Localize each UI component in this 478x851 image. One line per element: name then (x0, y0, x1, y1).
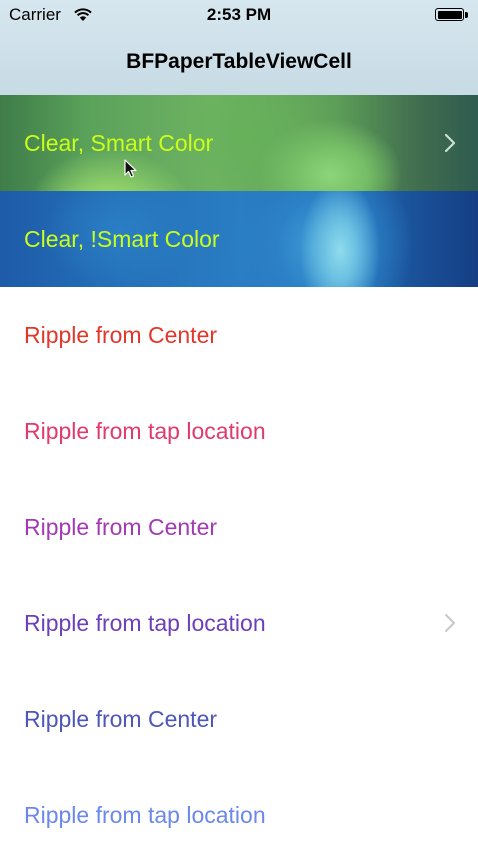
battery-tip (465, 12, 468, 18)
cell-label: Ripple from tap location (24, 802, 266, 828)
cell-label: Ripple from tap location (24, 610, 266, 636)
table-row[interactable]: Ripple from tap location (0, 383, 478, 479)
table-row[interactable]: Ripple from tap location (0, 767, 478, 851)
table-row[interactable]: Ripple from Center (0, 479, 478, 575)
clock: 2:53 PM (206, 5, 272, 24)
table-row[interactable]: Ripple from Center (0, 287, 478, 383)
mouse-pointer-icon (124, 159, 137, 178)
cell-label: Ripple from Center (24, 514, 218, 540)
cell-label: Ripple from Center (24, 706, 218, 732)
cell-label: Clear, Smart Color (24, 130, 214, 156)
chevron-right-icon (444, 133, 456, 153)
table-row[interactable]: Clear, Smart Color (0, 95, 478, 191)
app-screen: Carrier 2:53 PM BFPaperTableViewCell Cle… (0, 0, 478, 851)
cell-label: Ripple from tap location (24, 418, 266, 444)
chevron-right-icon (445, 614, 455, 632)
cell-label: Ripple from Center (24, 322, 218, 348)
table-row[interactable]: Clear, !Smart Color (0, 191, 478, 287)
navigation-bar: Carrier 2:53 PM BFPaperTableViewCell (0, 0, 478, 96)
status-bar: Carrier 2:53 PM (0, 0, 478, 30)
page-title: BFPaperTableViewCell (126, 50, 352, 73)
battery-icon (435, 8, 464, 21)
cell-label: Clear, !Smart Color (24, 226, 220, 252)
table-row[interactable]: Ripple from Center (0, 671, 478, 767)
table-row[interactable]: Ripple from tap location (0, 575, 478, 671)
